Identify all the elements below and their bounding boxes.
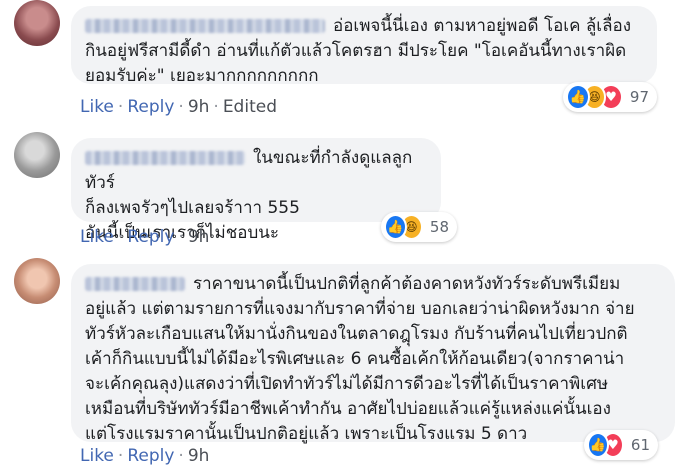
like-icon: 👍 bbox=[587, 432, 609, 458]
reaction-summary[interactable]: 👍 😆 ♥ 97 bbox=[563, 82, 657, 112]
reaction-count: 97 bbox=[629, 88, 650, 106]
comment-actions: Like · Reply · 9h bbox=[80, 227, 210, 247]
timestamp[interactable]: 9h bbox=[188, 97, 210, 117]
reply-link[interactable]: Reply bbox=[127, 97, 174, 117]
comment-actions: Like · Reply · 9h · Edited bbox=[80, 97, 277, 117]
reply-link[interactable]: Reply bbox=[127, 446, 174, 466]
reaction-count: 61 bbox=[630, 436, 650, 454]
comment-bubble: อ่อเพจนี้นี่เอง ตามหาอยู่พอดี โอเค ลู้เล… bbox=[71, 6, 657, 86]
commenter-name[interactable] bbox=[85, 151, 245, 165]
like-link[interactable]: Like bbox=[80, 97, 114, 117]
reaction-count: 58 bbox=[429, 218, 449, 236]
comment-bubble: ราคาขนาดนี้เป็นปกติที่ลูกค้าต้องคาดหวังท… bbox=[71, 264, 675, 444]
avatar[interactable] bbox=[14, 132, 60, 178]
reaction-summary[interactable]: 👍 ♥ 61 bbox=[584, 430, 658, 460]
like-icon: 👍 bbox=[566, 84, 590, 110]
comment-bubble: ในขณะที่กำลังดูแลลูกทัวร์ ก็ลงเพจรัวๆไปเ… bbox=[71, 138, 441, 243]
comment-text: ราคาขนาดนี้เป็นปกติที่ลูกค้าต้องคาดหวังท… bbox=[85, 274, 635, 444]
avatar[interactable] bbox=[14, 0, 60, 46]
commenter-name[interactable] bbox=[85, 277, 185, 291]
like-link[interactable]: Like bbox=[80, 227, 114, 247]
reaction-summary[interactable]: 👍 😆 58 bbox=[381, 212, 457, 242]
timestamp[interactable]: 9h bbox=[188, 446, 210, 466]
like-icon: 👍 bbox=[384, 214, 407, 240]
avatar[interactable] bbox=[14, 258, 60, 304]
comment-actions: Like · Reply · 9h bbox=[80, 446, 210, 466]
comment-text: อ่อเพจนี้นี่เอง ตามหาอยู่พอดี โอเค ลู้เล… bbox=[85, 16, 632, 86]
like-link[interactable]: Like bbox=[80, 446, 114, 466]
commenter-name[interactable] bbox=[85, 19, 325, 33]
reply-link[interactable]: Reply bbox=[127, 227, 174, 247]
timestamp[interactable]: 9h bbox=[188, 227, 210, 247]
edited-label[interactable]: Edited bbox=[223, 97, 277, 117]
